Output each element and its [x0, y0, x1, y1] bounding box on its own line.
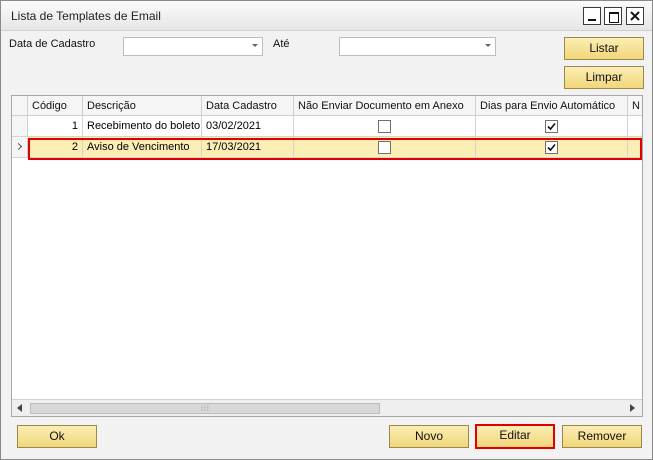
horizontal-scrollbar[interactable]: ⁞⁞⁞	[12, 399, 642, 416]
ate-label: Até	[273, 38, 290, 50]
column-header-descricao[interactable]: Descrição	[83, 96, 202, 116]
close-icon[interactable]	[626, 7, 644, 25]
minimize-icon[interactable]	[583, 7, 601, 25]
novo-button[interactable]: Novo	[389, 425, 469, 448]
cell-nao-enviar	[294, 116, 476, 137]
scroll-right-icon[interactable]	[630, 404, 635, 412]
cell-data-cadastro: 03/02/2021	[202, 116, 294, 137]
templates-grid: Código Descrição Data Cadastro Não Envia…	[11, 95, 643, 417]
listar-button[interactable]: Listar	[564, 37, 644, 60]
chevron-down-icon	[252, 44, 258, 47]
data-cadastro-label: Data de Cadastro	[9, 38, 96, 50]
scroll-left-icon[interactable]	[17, 404, 22, 412]
cell-descricao: Recebimento do boleto	[83, 116, 202, 137]
cell-descricao: Aviso de Vencimento	[83, 137, 202, 158]
cell-codigo: 2	[28, 137, 83, 158]
chevron-down-icon	[485, 44, 491, 47]
nao-enviar-checkbox[interactable]	[378, 120, 391, 133]
row-pointer-icon	[14, 142, 23, 151]
title-bar: Lista de Templates de Email	[1, 1, 652, 31]
grip-icon: ⁞⁞⁞	[201, 406, 210, 413]
cell-nao-enviar	[294, 137, 476, 158]
cell-dias-envio	[476, 137, 628, 158]
row-header-corner	[12, 96, 28, 116]
column-header-nao-enviar[interactable]: Não Enviar Documento em Anexo	[294, 96, 476, 116]
nao-enviar-checkbox[interactable]	[378, 141, 391, 154]
data-cadastro-combo[interactable]	[123, 37, 263, 56]
cell-data-cadastro: 17/03/2021	[202, 137, 294, 158]
templates-window: Lista de Templates de Email Data de Cada…	[0, 0, 653, 460]
grid-header: Código Descrição Data Cadastro Não Envia…	[12, 96, 642, 116]
table-row[interactable]: 1 Recebimento do boleto 03/02/2021	[12, 116, 642, 137]
dias-envio-checkbox[interactable]	[545, 141, 558, 154]
editar-button[interactable]: Editar	[475, 424, 555, 449]
limpar-button[interactable]: Limpar	[564, 66, 644, 89]
maximize-icon[interactable]	[604, 7, 622, 25]
column-header-data-cadastro[interactable]: Data Cadastro	[202, 96, 294, 116]
ok-button[interactable]: Ok	[17, 425, 97, 448]
table-row-selected[interactable]: 2 Aviso de Vencimento 17/03/2021	[12, 137, 642, 158]
cell-dias-envio	[476, 116, 628, 137]
cell-n	[628, 137, 642, 158]
column-header-dias-envio[interactable]: Dias para Envio Automático	[476, 96, 628, 116]
dias-envio-checkbox[interactable]	[545, 120, 558, 133]
cell-n	[628, 116, 642, 137]
column-header-codigo[interactable]: Código	[28, 96, 83, 116]
scrollbar-thumb[interactable]: ⁞⁞⁞	[30, 403, 380, 414]
window-title: Lista de Templates de Email	[11, 9, 161, 23]
row-header[interactable]	[12, 116, 28, 137]
cell-codigo: 1	[28, 116, 83, 137]
remover-button[interactable]: Remover	[562, 425, 642, 448]
row-header[interactable]	[12, 137, 28, 158]
column-header-n[interactable]: N	[628, 96, 642, 116]
ate-combo[interactable]	[339, 37, 496, 56]
